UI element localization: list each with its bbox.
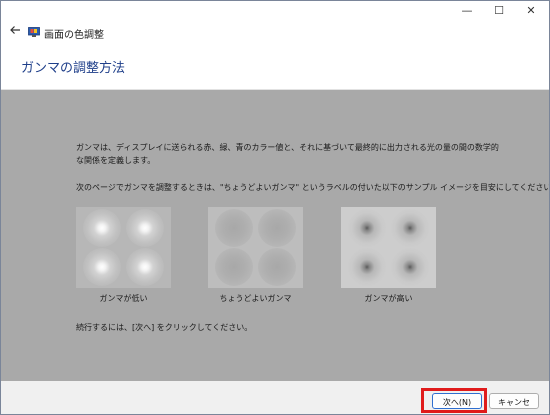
sample-label-low: ガンマが低い [99,294,148,303]
title-bar: — ☐ ✕ [1,1,549,21]
sample-guidance-text: 次のページでガンマを調整するときは、"ちょうどよいガンマ" というラベルの付いた… [76,183,550,192]
color-calibration-window: — ☐ ✕ 画面の色調整 ガンマの調整方法 ガンマは、ディスプレイに送られる赤、… [0,0,550,415]
sample-label-good: ちょうどよいガンマ [219,294,292,303]
next-button-highlight [421,388,487,413]
arrow-left-icon [10,26,20,34]
content-area: ガンマは、ディスプレイに送られる赤、緑、青のカラー値と、それに基づいて最終的に出… [1,90,549,381]
monitor-color-icon [28,27,40,37]
window-title: 画面の色調整 [44,30,104,41]
close-button[interactable]: ✕ [517,3,545,19]
maximize-button[interactable]: ☐ [485,3,513,19]
navigation-bar: 画面の色調整 [1,21,549,45]
minimize-button[interactable]: — [453,3,481,19]
cancel-button[interactable]: キャンセル [489,393,539,409]
page-header: ガンマの調整方法 [1,45,549,90]
sample-image-low-gamma [76,207,171,288]
sample-label-high: ガンマが高い [364,294,413,303]
gamma-description: ガンマは、ディスプレイに送られる赤、緑、青のカラー値と、それに基づいて最終的に出… [76,143,499,165]
sample-image-high-gamma [341,207,436,288]
page-title: ガンマの調整方法 [21,61,126,76]
continue-instruction: 続行するには、[次へ] をクリックしてください。 [76,323,253,332]
sample-image-good-gamma [208,207,303,288]
back-button[interactable] [7,24,23,40]
